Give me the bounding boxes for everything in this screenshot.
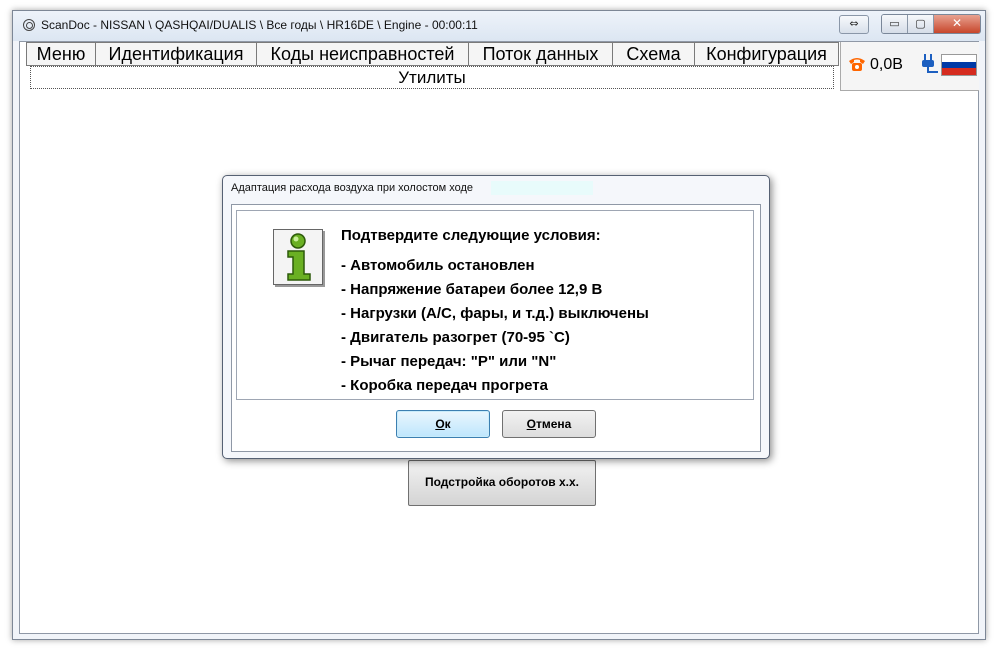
dialog-body: Подтвердите следующие условия: - Автомоб… — [231, 204, 761, 452]
menu-item-identification[interactable]: Идентификация — [96, 42, 257, 66]
message-box: Подтвердите следующие условия: - Автомоб… — [236, 210, 754, 400]
title-bar[interactable]: ScanDoc - NISSAN \ QASHQAI/DUALIS \ Все … — [13, 11, 985, 41]
condition-line: - Напряжение батареи более 12,9 В — [341, 281, 603, 298]
message-heading: Подтвердите следующие условия: — [341, 227, 601, 244]
message-text: Подтвердите следующие условия: - Автомоб… — [341, 227, 649, 401]
condition-line: - Нагрузки (A/C, фары, и т.д.) выключены — [341, 305, 649, 322]
window-title: ScanDoc - NISSAN \ QASHQAI/DUALIS \ Все … — [41, 18, 478, 32]
ok-button[interactable]: Ок — [396, 410, 490, 438]
menu-item-schema[interactable]: Схема — [613, 42, 695, 66]
cancel-button[interactable]: Отмена — [502, 410, 596, 438]
condition-line: - Двигатель разогрет (70-95 `C) — [341, 329, 570, 346]
status-panel: 0,0В — [840, 42, 979, 91]
menu-item-data-stream[interactable]: Поток данных — [469, 42, 613, 66]
close-button[interactable]: ✕ — [934, 15, 980, 33]
phone-icon — [849, 58, 865, 71]
confirm-dialog: Адаптация расхода воздуха при холостом х… — [222, 175, 770, 459]
minimize-button[interactable]: ▭ — [882, 15, 908, 33]
info-icon — [273, 229, 323, 285]
menu-item-configuration[interactable]: Конфигурация — [695, 42, 839, 66]
swap-icon[interactable]: ⇔ — [839, 15, 869, 34]
utilities-tab[interactable]: Утилиты — [30, 66, 834, 89]
plug-icon — [922, 54, 938, 73]
window-controls: ▭ ▢ ✕ — [881, 14, 981, 34]
menu-item-fault-codes[interactable]: Коды неисправностей — [257, 42, 469, 66]
menu-item-menu[interactable]: Меню — [26, 42, 96, 66]
condition-line: - Рычаг передач: "P" или "N" — [341, 353, 557, 370]
maximize-button[interactable]: ▢ — [908, 15, 934, 33]
menu-bar: Меню Идентификация Коды неисправностей П… — [20, 42, 840, 66]
condition-line: - Автомобиль остановлен — [341, 257, 535, 274]
voltage-readout: 0,0В — [870, 56, 903, 73]
app-logo-icon — [23, 19, 35, 31]
condition-line: - Коробка передач прогрета — [341, 377, 548, 394]
dialog-title: Адаптация расхода воздуха при холостом х… — [231, 182, 474, 194]
russia-flag-icon[interactable] — [941, 54, 977, 76]
idle-speed-adjust-button[interactable]: Подстройка оборотов х.х. — [408, 460, 596, 506]
